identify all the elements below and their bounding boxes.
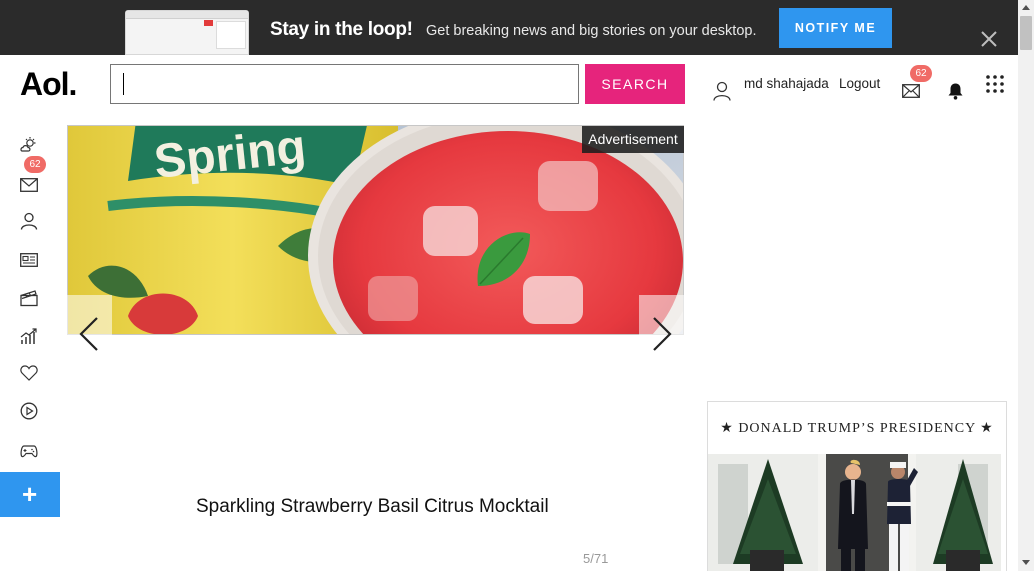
banner-subtext: Get breaking news and big stories on you… <box>426 23 757 39</box>
mail-icon[interactable] <box>20 176 38 194</box>
video-icon[interactable] <box>20 402 38 420</box>
add-shortcut-button[interactable]: + <box>0 472 60 517</box>
desktop-notification-banner: Stay in the loop! Get breaking news and … <box>0 0 1018 55</box>
news-card[interactable]: ★ DONALD TRUMP’S PRESIDENCY ★ <box>707 401 1007 571</box>
aol-logo[interactable]: Aol. <box>20 66 77 103</box>
news-icon[interactable] <box>20 251 38 269</box>
news-card-photo[interactable] <box>708 454 1001 571</box>
finance-icon[interactable] <box>20 327 38 345</box>
weather-icon[interactable] <box>20 136 38 154</box>
mocktail-photo: Spring <box>68 126 683 334</box>
news-card-title[interactable]: ★ DONALD TRUMP’S PRESIDENCY ★ <box>708 420 1006 437</box>
bell-icon[interactable] <box>947 82 964 100</box>
plus-icon: + <box>22 479 38 509</box>
entertainment-icon[interactable] <box>20 289 38 307</box>
scrollbar-thumb[interactable] <box>1020 16 1032 50</box>
games-icon[interactable] <box>20 442 38 460</box>
scroll-up-arrow[interactable] <box>1022 5 1030 10</box>
mail-icon[interactable] <box>902 84 920 98</box>
notify-me-button[interactable]: NOTIFY ME <box>779 8 892 48</box>
sidebar-mail-badge: 62 <box>24 156 46 173</box>
page-scrollbar[interactable] <box>1018 0 1034 571</box>
chevron-right-icon <box>653 317 672 351</box>
profile-icon[interactable] <box>20 212 38 230</box>
slide-counter: 5/71 <box>583 551 609 566</box>
next-slide-button[interactable] <box>639 295 684 373</box>
slideshow-image[interactable]: Spring <box>67 125 684 335</box>
scroll-down-arrow[interactable] <box>1022 560 1030 565</box>
mail-count-badge: 62 <box>910 65 932 82</box>
user-icon[interactable] <box>713 81 731 101</box>
apps-grid-icon[interactable] <box>986 75 1004 93</box>
close-icon[interactable] <box>980 30 998 48</box>
previous-slide-button[interactable] <box>67 295 112 373</box>
text-cursor <box>123 73 124 95</box>
username-label[interactable]: md shahajada <box>744 76 829 91</box>
search-input[interactable] <box>110 64 579 104</box>
search-button[interactable]: SEARCH <box>585 64 685 104</box>
lifestyle-icon[interactable] <box>20 364 38 382</box>
advertisement-label: Advertisement <box>582 126 684 153</box>
browser-preview-illustration <box>125 10 249 55</box>
banner-headline: Stay in the loop! <box>270 19 413 40</box>
chevron-left-icon <box>79 317 98 351</box>
white-house-photo <box>708 454 1001 571</box>
slide-caption: Sparkling Strawberry Basil Citrus Mockta… <box>196 496 549 517</box>
logout-link[interactable]: Logout <box>839 76 880 91</box>
